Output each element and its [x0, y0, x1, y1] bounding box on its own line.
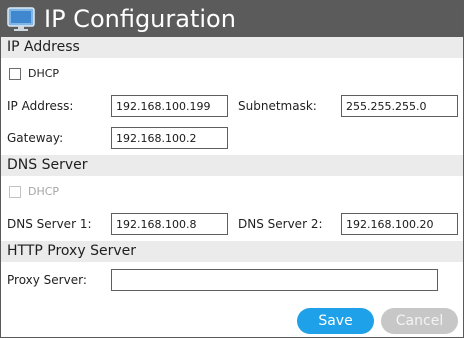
- network-monitor-icon: [6, 7, 36, 32]
- http-proxy-section-header: HTTP Proxy Server: [1, 241, 463, 262]
- gateway-field[interactable]: [111, 127, 228, 149]
- dns-dhcp-checkbox[interactable]: [9, 186, 21, 198]
- dns-server-section-header: DNS Server: [1, 155, 463, 176]
- dns-server-1-label: DNS Server 1:: [7, 217, 92, 231]
- ip-address-field[interactable]: [111, 95, 228, 117]
- proxy-server-field[interactable]: [111, 269, 438, 291]
- ip-dhcp-label: DHCP: [28, 67, 60, 80]
- save-button[interactable]: Save: [297, 308, 374, 334]
- subnetmask-field[interactable]: [341, 95, 458, 117]
- gateway-label: Gateway:: [7, 131, 64, 145]
- dns-server-2-field[interactable]: [341, 213, 458, 235]
- ip-configuration-dialog: IP Configuration IP Address DHCP IP Addr…: [0, 0, 464, 338]
- dns-server-2-label: DNS Server 2:: [238, 217, 323, 231]
- dns-dhcp-label: DHCP: [28, 185, 60, 198]
- ip-address-section-header: IP Address: [1, 37, 463, 58]
- dns-server-1-field[interactable]: [111, 213, 228, 235]
- cancel-button[interactable]: Cancel: [381, 308, 458, 334]
- window-title: IP Configuration: [44, 5, 236, 33]
- ip-address-label: IP Address:: [7, 99, 74, 113]
- ip-dhcp-checkbox[interactable]: [9, 68, 21, 80]
- title-bar: IP Configuration: [1, 1, 463, 37]
- subnetmask-label: Subnetmask:: [238, 99, 317, 113]
- proxy-server-label: Proxy Server:: [7, 273, 87, 287]
